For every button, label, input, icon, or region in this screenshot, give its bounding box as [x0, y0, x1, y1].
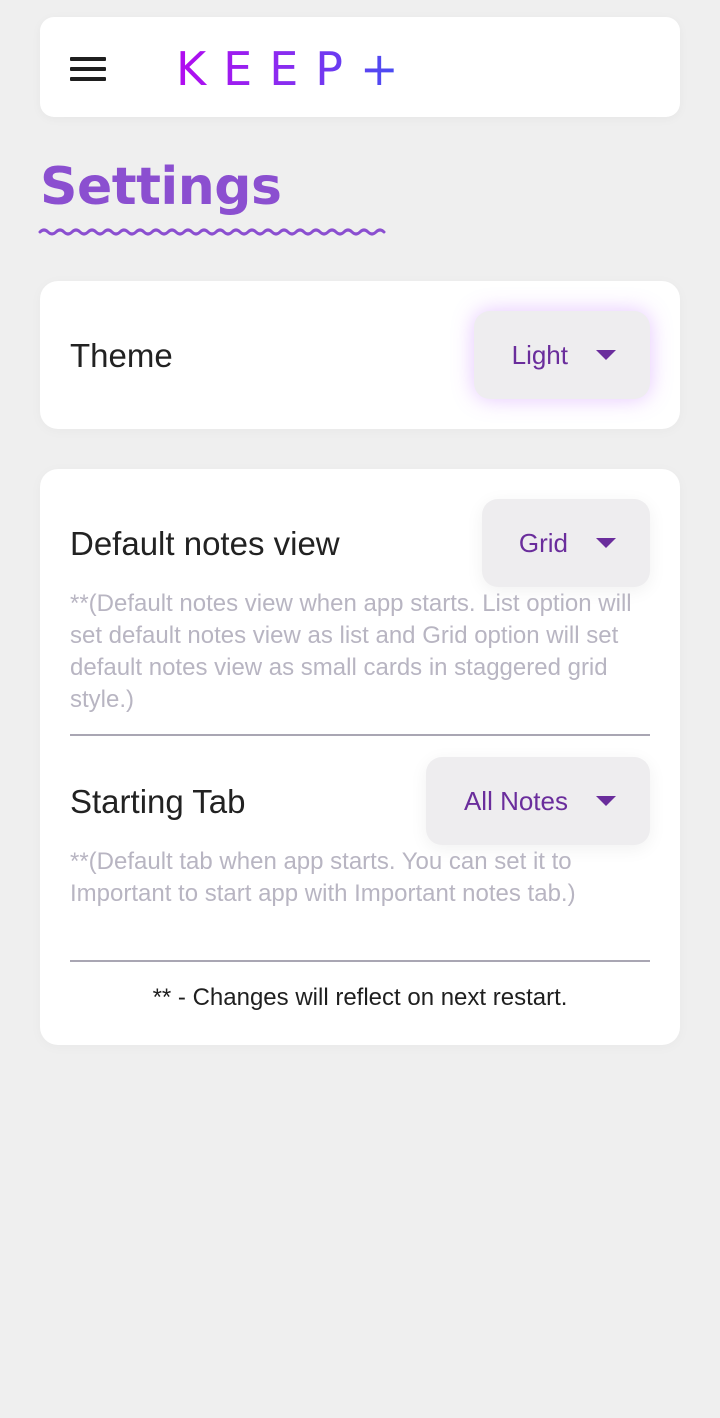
default-view-label: Default notes view — [70, 525, 340, 562]
theme-label: Theme — [70, 337, 173, 374]
app-logo-text: KEEP+ — [176, 42, 416, 96]
default-view-dropdown[interactable]: Grid — [482, 499, 650, 587]
default-view-description: **(Default notes view when app starts. L… — [70, 590, 632, 713]
app-logo: KEEP+ — [176, 45, 416, 93]
settings-page: KEEP+ Settings Theme Light Default notes… — [0, 0, 720, 1418]
restart-note: ** - Changes will reflect on next restar… — [152, 984, 568, 1011]
starting-tab-dropdown-value: All Notes — [463, 785, 568, 816]
starting-tab-dropdown[interactable]: All Notes — [426, 757, 650, 845]
title-underline-squiggle — [38, 228, 386, 236]
theme-dropdown[interactable]: Light — [474, 311, 650, 399]
theme-card: Theme Light — [40, 281, 680, 429]
app-header: KEEP+ — [40, 17, 680, 117]
divider — [70, 734, 650, 736]
preferences-card: Default notes view Grid **(Default notes… — [40, 469, 680, 1045]
hamburger-menu-icon[interactable] — [70, 57, 106, 81]
starting-tab-label: Starting Tab — [70, 783, 246, 820]
divider — [70, 960, 650, 962]
caret-down-icon — [596, 538, 616, 548]
theme-dropdown-value: Light — [511, 339, 568, 370]
page-title: Settings — [40, 157, 282, 217]
starting-tab-description: **(Default tab when app starts. You can … — [70, 848, 576, 907]
caret-down-icon — [596, 350, 616, 360]
default-view-dropdown-value: Grid — [518, 527, 568, 558]
caret-down-icon — [596, 796, 616, 806]
